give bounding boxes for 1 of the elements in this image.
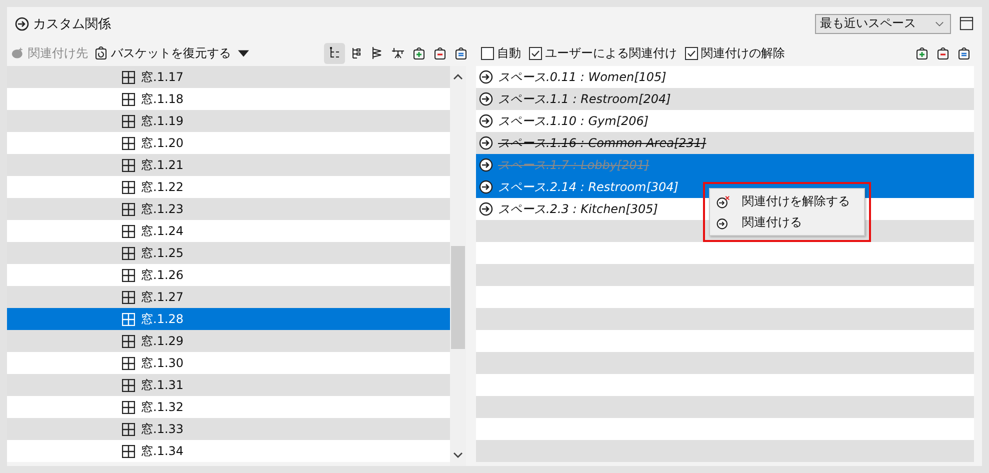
panel-title: カスタム関係 <box>33 16 111 32</box>
